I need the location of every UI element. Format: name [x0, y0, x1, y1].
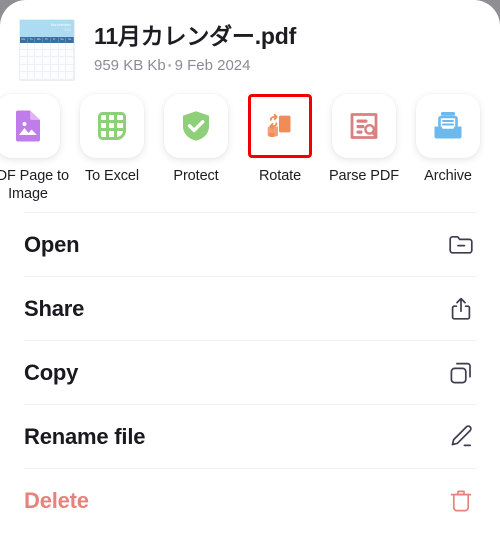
action-tile[interactable] [164, 94, 228, 158]
menu-item-share[interactable]: Share [24, 276, 476, 340]
trash-icon [446, 486, 476, 516]
file-header: November 2024 Mo Tu We Th Fr Sa Su 11月カレンダー.pd… [0, 0, 500, 86]
copy-squares-icon [446, 358, 476, 388]
menu-item-copy[interactable]: Copy [24, 340, 476, 404]
action-rotate[interactable]: Rotate [238, 94, 322, 185]
folder-minus-icon [446, 230, 476, 260]
action-label: Parse PDF [328, 168, 399, 184]
action-to-excel[interactable]: To Excel [70, 94, 154, 185]
menu-item-delete[interactable]: Delete [24, 468, 476, 532]
action-label: Protect [173, 168, 219, 184]
file-meta: 11月カレンダー.pdf 959 KB Kb • 9 Feb 2024 [94, 21, 500, 76]
menu-item-label: Rename file [24, 423, 146, 449]
meta-separator: • [167, 60, 172, 73]
pencil-edit-icon [446, 422, 476, 452]
quick-actions-row: PDF Page to Image To Excel Prote [0, 86, 500, 208]
action-archive[interactable]: Archive [406, 94, 490, 185]
action-label: To Excel [85, 168, 139, 184]
menu-item-label: Copy [24, 359, 79, 385]
share-upload-icon [446, 294, 476, 324]
action-label: Rotate [258, 168, 302, 184]
thumbnail-year-label: 2024 [63, 27, 71, 32]
thumbnail-day-grid [20, 42, 74, 80]
action-tile[interactable] [248, 94, 312, 158]
pdf-page-to-image-icon [16, 110, 40, 142]
file-thumbnail: November 2024 Mo Tu We Th Fr Sa Su [0, 17, 94, 81]
action-tile[interactable] [332, 94, 396, 158]
file-date: 9 Feb 2024 [174, 56, 251, 74]
action-pdf-page-to-image[interactable]: PDF Page to Image [0, 94, 70, 203]
file-size: 959 KB Kb [94, 56, 166, 74]
action-tile[interactable] [0, 94, 60, 158]
parse-pdf-search-icon [350, 113, 378, 139]
archive-tray-icon [434, 112, 462, 139]
shield-check-icon [183, 111, 209, 141]
action-label: Archive [424, 168, 472, 184]
menu-item-label: Delete [24, 487, 89, 513]
file-menu-list: Open Share Copy Rename file Delete [0, 212, 500, 532]
file-details: 959 KB Kb • 9 Feb 2024 [94, 56, 486, 76]
menu-item-label: Open [24, 231, 80, 257]
action-tile[interactable] [80, 94, 144, 158]
action-label: PDF Page to Image [0, 168, 69, 202]
thumbnail-month-label: November [50, 21, 71, 27]
rotate-pages-icon [267, 113, 291, 138]
menu-item-label: Share [24, 295, 85, 321]
calendar-page-thumbnail-icon: November 2024 Mo Tu We Th Fr Sa Su [19, 18, 75, 81]
file-name: 11月カレンダー.pdf [94, 22, 297, 49]
action-protect[interactable]: Protect [154, 94, 238, 185]
file-action-sheet: November 2024 Mo Tu We Th Fr Sa Su 11月カレンダー.pd… [0, 0, 500, 554]
action-parse-pdf[interactable]: Parse PDF [322, 94, 406, 185]
menu-item-rename-file[interactable]: Rename file [24, 404, 476, 468]
action-tile[interactable] [416, 94, 480, 158]
menu-item-open[interactable]: Open [24, 212, 476, 276]
to-excel-grid-icon [98, 112, 126, 140]
